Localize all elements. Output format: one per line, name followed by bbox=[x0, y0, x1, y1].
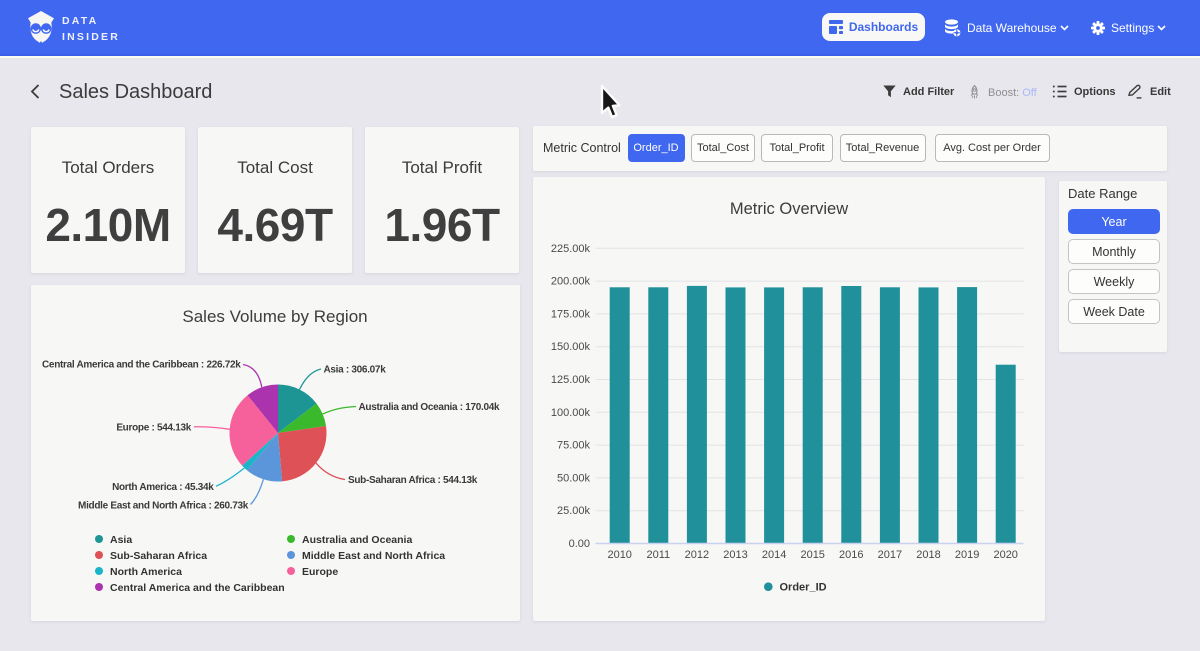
svg-text:Asia: Asia bbox=[110, 534, 132, 546]
svg-text:2016: 2016 bbox=[839, 549, 863, 561]
svg-text:Europe : 544.13k: Europe : 544.13k bbox=[116, 423, 191, 434]
svg-text:50.00k: 50.00k bbox=[557, 472, 591, 484]
svg-text:200.00k: 200.00k bbox=[551, 276, 591, 288]
svg-text:2017: 2017 bbox=[878, 549, 902, 561]
svg-text:Asia : 306.07k: Asia : 306.07k bbox=[324, 365, 387, 376]
svg-text:175.00k: 175.00k bbox=[551, 308, 591, 320]
svg-text:Central America and the Caribb: Central America and the Caribbean : 226.… bbox=[42, 360, 241, 371]
svg-text:100.00k: 100.00k bbox=[551, 407, 591, 419]
svg-text:Metric Overview: Metric Overview bbox=[730, 200, 848, 218]
svg-text:Australia and Oceania : 170.04: Australia and Oceania : 170.04k bbox=[359, 402, 501, 413]
svg-text:75.00k: 75.00k bbox=[557, 440, 591, 452]
svg-text:2019: 2019 bbox=[955, 549, 979, 561]
svg-text:Sales Volume by Region: Sales Volume by Region bbox=[182, 307, 367, 326]
svg-text:Order_ID: Order_ID bbox=[780, 582, 827, 594]
svg-text:Sub-Saharan Africa: Sub-Saharan Africa bbox=[110, 550, 207, 562]
svg-text:2018: 2018 bbox=[916, 549, 940, 561]
svg-text:North America : 45.34k: North America : 45.34k bbox=[112, 482, 214, 493]
svg-text:2014: 2014 bbox=[762, 549, 786, 561]
svg-text:Middle East and North Africa: Middle East and North Africa bbox=[302, 550, 445, 562]
svg-text:North America: North America bbox=[110, 566, 182, 578]
svg-text:225.00k: 225.00k bbox=[551, 243, 591, 255]
svg-text:2015: 2015 bbox=[800, 549, 824, 561]
svg-text:0.00: 0.00 bbox=[569, 538, 590, 550]
svg-text:Middle East and North Africa :: Middle East and North Africa : 260.73k bbox=[78, 501, 249, 512]
svg-text:Europe: Europe bbox=[302, 566, 338, 578]
svg-text:25.00k: 25.00k bbox=[557, 505, 591, 517]
svg-text:2010: 2010 bbox=[607, 549, 631, 561]
svg-text:2013: 2013 bbox=[723, 549, 747, 561]
svg-text:Sub-Saharan Africa : 544.13k: Sub-Saharan Africa : 544.13k bbox=[348, 475, 478, 486]
svg-text:2020: 2020 bbox=[993, 549, 1017, 561]
svg-text:125.00k: 125.00k bbox=[551, 374, 591, 386]
svg-text:2012: 2012 bbox=[685, 549, 709, 561]
svg-text:Central America and the Caribb: Central America and the Caribbean bbox=[110, 582, 285, 594]
svg-text:2011: 2011 bbox=[646, 549, 670, 561]
svg-text:150.00k: 150.00k bbox=[551, 341, 591, 353]
svg-text:Australia and Oceania: Australia and Oceania bbox=[302, 534, 412, 546]
